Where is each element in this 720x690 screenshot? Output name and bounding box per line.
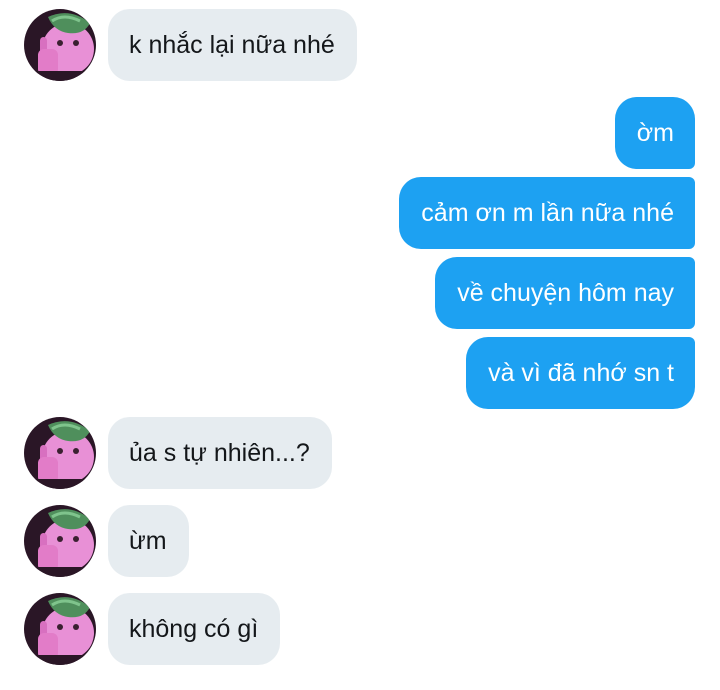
sent-message-bubble[interactable]: cảm ơn m lần nữa nhé xyxy=(399,177,695,249)
sent-message-bubble[interactable]: về chuyện hôm nay xyxy=(435,257,695,329)
avatar[interactable] xyxy=(24,505,96,577)
avatar[interactable] xyxy=(24,593,96,665)
sent-message-bubble[interactable]: ờm xyxy=(614,97,695,169)
received-message-bubble[interactable]: ừm xyxy=(108,505,189,577)
avatar-photo-icon xyxy=(24,505,96,577)
conversation-thread: k nhắc lại nữa nhé ờm cảm ơn m lần nữa n… xyxy=(0,0,720,690)
avatar-photo-icon xyxy=(24,417,96,489)
received-message-bubble[interactable]: ủa s tự nhiên...? xyxy=(108,417,332,489)
avatar[interactable] xyxy=(24,417,96,489)
avatar[interactable] xyxy=(24,9,96,81)
sent-message-bubble[interactable]: và vì đã nhớ sn t xyxy=(466,337,695,409)
avatar-photo-icon xyxy=(24,593,96,665)
received-message-bubble[interactable]: k nhắc lại nữa nhé xyxy=(108,9,357,81)
avatar-photo-icon xyxy=(24,9,96,81)
received-message-bubble[interactable]: không có gì xyxy=(108,593,281,665)
